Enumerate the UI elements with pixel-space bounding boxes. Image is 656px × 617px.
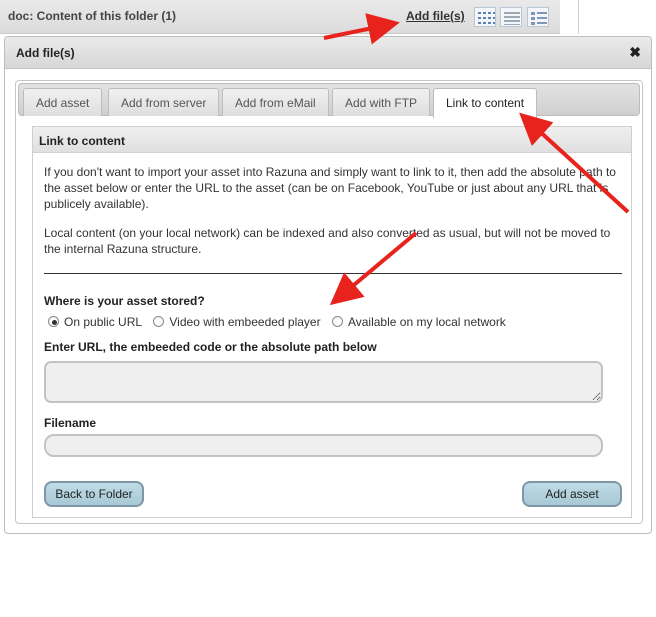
storage-question: Where is your asset stored? — [44, 294, 205, 308]
panel-title: Link to content — [39, 134, 125, 148]
radio-label: Available on my local network — [347, 315, 506, 329]
tab-add-from-server[interactable]: Add from server — [108, 88, 220, 116]
panel-header: Link to content — [33, 127, 631, 153]
radio-embedded-video[interactable]: Video with embeeded player — [153, 315, 321, 329]
radio-public-url[interactable]: On public URL — [48, 315, 142, 329]
close-icon[interactable]: ✖ — [629, 44, 641, 61]
radio-label: On public URL — [64, 315, 143, 329]
filename-label: Filename — [44, 416, 97, 430]
storage-radio-group: On public URL Video with embeeded player… — [48, 315, 514, 329]
tab-add-from-email[interactable]: Add from eMail — [222, 88, 329, 116]
local-content-paragraph: Local content (on your local network) ca… — [44, 226, 611, 256]
dialog-title: Add file(s) — [16, 46, 75, 60]
url-textarea[interactable] — [44, 361, 603, 403]
intro-paragraph: If you don't want to import your asset i… — [44, 165, 616, 211]
divider — [44, 273, 622, 274]
folder-title: doc: Content of this folder (1) — [8, 9, 176, 23]
add-files-link[interactable]: Add file(s) — [406, 9, 465, 23]
list-view-icon[interactable] — [500, 7, 522, 27]
tab-add-asset[interactable]: Add asset — [23, 88, 103, 116]
tab-strip: Add asset Add from server Add from eMail… — [18, 83, 640, 118]
url-field-label: Enter URL, the embeeded code or the abso… — [44, 340, 377, 354]
detail-view-icon[interactable] — [527, 7, 549, 27]
grid-view-icon[interactable] — [474, 7, 496, 27]
folder-toolbar: doc: Content of this folder (1) Add file… — [0, 0, 579, 34]
link-to-content-panel: Link to content If you don't want to imp… — [32, 126, 632, 518]
tab-add-with-ftp[interactable]: Add with FTP — [332, 88, 431, 116]
add-asset-button[interactable]: Add asset — [522, 481, 622, 507]
dialog-header: Add file(s) ✖ — [5, 37, 651, 69]
radio-label: Video with embeeded player — [169, 315, 321, 329]
radio-button[interactable] — [48, 316, 59, 327]
radio-button[interactable] — [153, 316, 165, 327]
back-to-folder-button[interactable]: Back to Folder — [44, 481, 144, 507]
filename-input[interactable] — [44, 434, 603, 457]
radio-local-network[interactable]: Available on my local network — [331, 315, 506, 329]
radio-button[interactable] — [331, 316, 343, 327]
divider — [578, 0, 579, 34]
tab-link-to-content[interactable]: Link to content — [433, 88, 538, 118]
